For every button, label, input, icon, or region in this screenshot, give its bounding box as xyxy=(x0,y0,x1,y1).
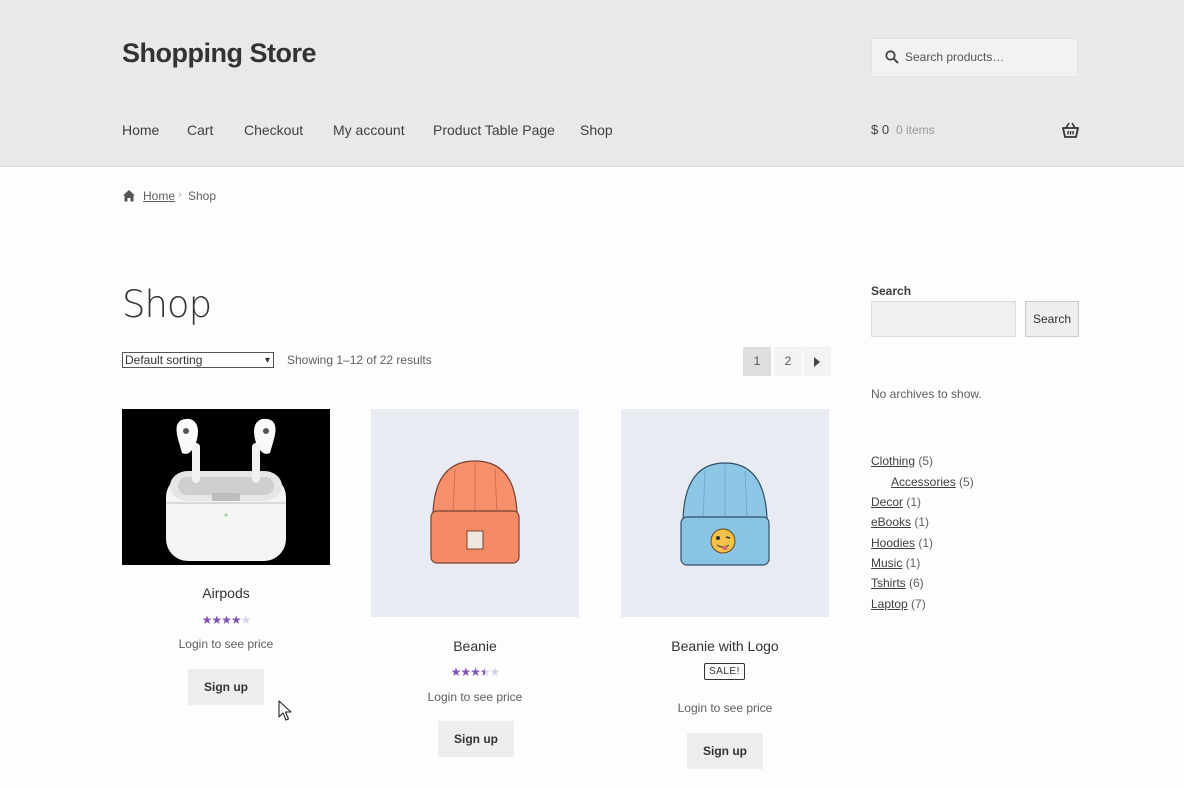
breadcrumb-home-link[interactable]: Home xyxy=(143,189,175,203)
category-count: (1) xyxy=(914,515,930,529)
search-icon xyxy=(885,50,899,64)
nav-cart[interactable]: Cart xyxy=(187,122,213,138)
mouse-pointer-icon xyxy=(278,700,292,721)
site-header: Shopping Store Search products… Home Car… xyxy=(0,0,1184,167)
category-link[interactable]: Laptop xyxy=(871,597,908,611)
sale-badge: SALE! xyxy=(704,663,745,680)
product-image-beanie-with-logo[interactable] xyxy=(621,409,829,617)
category-item[interactable]: Clothing (5) xyxy=(871,454,933,468)
product-image-airpods[interactable] xyxy=(122,409,330,565)
category-count: (6) xyxy=(909,576,924,590)
product-name[interactable]: Beanie xyxy=(371,638,579,654)
star-icon: ★★★ xyxy=(450,665,481,679)
category-count: (5) xyxy=(918,454,934,468)
sign-up-button[interactable]: Sign up xyxy=(438,721,514,757)
star-icon: ★ xyxy=(240,613,252,627)
category-link[interactable]: eBooks xyxy=(871,515,911,529)
sign-up-button[interactable]: Sign up xyxy=(687,733,763,769)
category-count: (1) xyxy=(918,536,934,550)
basket-icon[interactable] xyxy=(1062,122,1079,138)
sort-select-value: Default sorting xyxy=(125,353,203,367)
nav-checkout[interactable]: Checkout xyxy=(244,122,303,138)
category-item[interactable]: Music (1) xyxy=(871,556,920,570)
category-link[interactable]: Music xyxy=(871,556,902,570)
price-login-text: Login to see price xyxy=(178,637,274,651)
sidebar-search-input[interactable] xyxy=(871,301,1016,337)
category-link[interactable]: Hoodies xyxy=(871,536,915,550)
category-link[interactable]: Accessories xyxy=(891,475,956,489)
pagination-page-2[interactable]: 2 xyxy=(774,347,802,376)
star-rating: ★★★★★ xyxy=(122,613,330,627)
category-count: (5) xyxy=(959,475,974,489)
home-icon xyxy=(123,190,135,202)
price-login-text: Login to see price xyxy=(677,701,773,715)
sidebar-search-button[interactable]: Search xyxy=(1025,301,1079,337)
category-item[interactable]: Laptop (7) xyxy=(871,597,926,611)
product-name[interactable]: Airpods xyxy=(122,585,330,601)
category-item[interactable]: eBooks (1) xyxy=(871,515,929,529)
sort-select[interactable]: Default sorting ▾ xyxy=(122,352,274,368)
star-icon: ★ xyxy=(489,665,501,679)
price-login-text: Login to see price xyxy=(427,690,523,704)
product-search-input[interactable]: Search products… xyxy=(871,38,1078,77)
star-icon: ★★★★ xyxy=(201,613,242,627)
category-item[interactable]: Accessories (5) xyxy=(891,475,974,489)
category-link[interactable]: Clothing xyxy=(871,454,915,468)
nav-my-account[interactable]: My account xyxy=(333,122,405,138)
archives-empty-text: No archives to show. xyxy=(871,387,982,401)
pagination-current: 1 xyxy=(743,347,771,376)
breadcrumb-separator: › xyxy=(178,189,182,201)
sidebar-search-label: Search xyxy=(871,284,912,298)
product-name[interactable]: Beanie with Logo xyxy=(621,638,829,654)
category-item[interactable]: Tshirts (6) xyxy=(871,576,924,590)
nav-shop[interactable]: Shop xyxy=(580,122,613,138)
caret-right-icon xyxy=(814,356,820,367)
search-placeholder: Search products… xyxy=(905,50,1005,64)
category-item[interactable]: Hoodies (1) xyxy=(871,536,933,550)
category-link[interactable]: Tshirts xyxy=(871,576,906,590)
cart-count[interactable]: 0 items xyxy=(896,123,935,137)
star-icon: ★ xyxy=(479,665,491,679)
site-title[interactable]: Shopping Store xyxy=(122,38,316,69)
sign-up-button[interactable]: Sign up xyxy=(188,669,264,705)
nav-home[interactable]: Home xyxy=(122,122,159,138)
product-image-beanie[interactable] xyxy=(371,409,579,617)
page-title: Shop xyxy=(122,283,212,326)
cart-total[interactable]: $ 0 xyxy=(871,122,889,137)
star-rating: ★★★★★ xyxy=(371,665,579,679)
result-count: Showing 1–12 of 22 results xyxy=(287,353,432,367)
category-count: (1) xyxy=(906,495,922,509)
category-count: (1) xyxy=(905,556,921,570)
category-count: (7) xyxy=(911,597,926,611)
breadcrumb-current: Shop xyxy=(188,189,217,203)
pagination-next[interactable] xyxy=(803,347,831,376)
category-item[interactable]: Decor (1) xyxy=(871,495,921,509)
category-link[interactable]: Decor xyxy=(871,495,903,509)
nav-product-table-page[interactable]: Product Table Page xyxy=(433,122,555,138)
chevron-down-icon: ▾ xyxy=(264,355,270,366)
